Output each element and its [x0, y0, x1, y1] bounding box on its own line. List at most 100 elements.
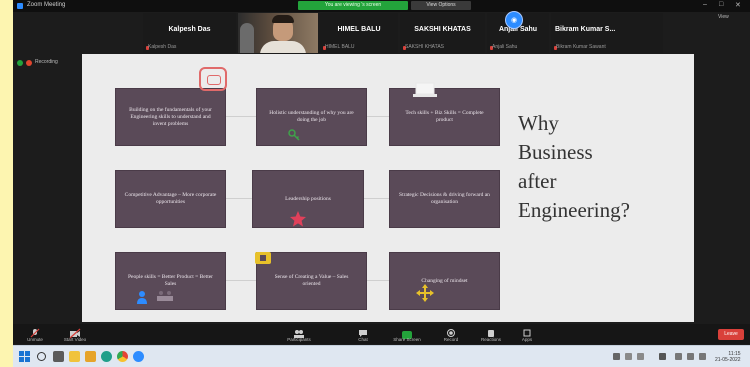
search-icon[interactable]	[37, 352, 46, 361]
apps-button[interactable]: Apps	[511, 326, 543, 343]
share-screen-icon	[391, 326, 423, 339]
toolbar-label: Start Video	[63, 337, 87, 342]
participant-name: HIMEL BALU	[337, 26, 381, 33]
slide-box: Changing of mindset	[389, 252, 500, 310]
view-options-button[interactable]: View Options	[411, 1, 471, 10]
participant-label: HIMEL BALU	[325, 44, 355, 50]
participant-label: Bikram Kumar Sawant	[556, 44, 606, 50]
speaker-icon[interactable]	[687, 353, 694, 360]
person-icon	[137, 291, 147, 304]
maximize-button[interactable]: □	[719, 1, 723, 8]
brain-icon	[199, 67, 227, 91]
slide-heading: Why Business after Engineering?	[518, 109, 688, 225]
network-icon[interactable]	[625, 353, 632, 360]
participant-video-tile[interactable]	[238, 13, 318, 53]
recording-label: Recording	[35, 59, 58, 65]
slide-heading-line: Engineering?	[518, 198, 630, 222]
slide-box: Tech skills + Biz Skills = Complete prod…	[389, 88, 500, 146]
connector-line	[226, 116, 256, 117]
reactions-button[interactable]: Reactions	[475, 326, 507, 343]
language-icon[interactable]	[659, 353, 666, 360]
record-button[interactable]: Record	[435, 326, 467, 343]
participant-label: Kalpesh Das	[148, 44, 177, 50]
apps-icon	[511, 326, 543, 337]
start-video-button[interactable]: Start Video	[59, 326, 91, 343]
connector-line	[367, 280, 389, 281]
video-person-body	[260, 41, 306, 53]
windows-taskbar: 11:15 21-05-2022	[13, 345, 750, 367]
key-icon	[288, 129, 300, 141]
view-label[interactable]: View	[718, 14, 729, 20]
clock-date: 21-05-2022	[715, 357, 741, 363]
arrows-icon	[416, 284, 434, 302]
folder-icon[interactable]	[85, 351, 96, 362]
connector-line	[226, 280, 256, 281]
meeting-toolbar: Unmute Start Video Participants Chat Sha…	[13, 324, 750, 344]
slide-box: Leadership positions	[252, 170, 364, 228]
close-button[interactable]: ✕	[735, 1, 741, 9]
windows-start-icon[interactable]	[19, 351, 30, 362]
star-icon	[290, 211, 306, 227]
file-explorer-icon[interactable]	[69, 351, 80, 362]
window-title-bar: Zoom Meeting You are viewing 's screen V…	[13, 0, 750, 12]
connector-line	[226, 198, 252, 199]
toolbar-label: Apps	[521, 337, 533, 342]
zoom-app-icon	[17, 3, 23, 9]
participants-button[interactable]: Participants	[283, 326, 315, 343]
battery-icon[interactable]	[699, 353, 706, 360]
toolbar-label: Reactions	[480, 337, 501, 342]
leave-meeting-button[interactable]: Leave	[718, 329, 744, 340]
people-icon	[283, 326, 315, 338]
reactions-icon	[475, 326, 507, 337]
laptop-icon	[413, 82, 437, 97]
participant-tile[interactable]: HIMEL BALU HIMEL BALU	[320, 13, 398, 53]
toolbar-label: Participants	[287, 337, 311, 342]
participant-name: Bikram Kumar S...	[555, 26, 616, 33]
chevron-up-icon[interactable]	[613, 353, 620, 360]
participant-label: SAKSHI KHATAS	[405, 44, 444, 50]
slide-box: Holistic understanding of why you are do…	[256, 88, 367, 146]
slide-heading-line: Business	[518, 140, 593, 164]
minimize-button[interactable]: –	[703, 1, 707, 8]
toolbar-label: Chat	[358, 337, 368, 342]
chat-icon	[347, 326, 379, 337]
connector-line	[367, 116, 389, 117]
chat-button[interactable]: Chat	[347, 326, 379, 343]
toolbar-label: Unmute	[27, 337, 43, 342]
slide-box: Competitive Advantage – More corporate o…	[115, 170, 226, 228]
people-icon	[157, 291, 173, 301]
chip-icon	[255, 252, 271, 264]
green-status-dot	[17, 60, 23, 66]
viewing-screen-banner: You are viewing 's screen	[298, 1, 408, 10]
background-person	[240, 23, 254, 53]
participant-tile[interactable]: SAKSHI KHATAS SAKSHI KHATAS	[400, 13, 485, 53]
zoom-icon[interactable]	[133, 351, 144, 362]
system-tray: 11:15 21-05-2022	[613, 350, 748, 364]
shared-slide: Building on the fundamentals of your Eng…	[82, 54, 694, 322]
toolbar-label: Share Screen	[393, 337, 421, 342]
share-screen-button[interactable]: Share Screen	[391, 326, 423, 343]
video-person-hair	[272, 15, 294, 23]
participant-label: Anjali Sahu	[492, 44, 518, 50]
edge-icon[interactable]	[101, 351, 112, 362]
participant-tile[interactable]: Bikram Kumar S... Bikram Kumar Sawant	[551, 13, 663, 53]
zoom-window: Zoom Meeting You are viewing 's screen V…	[13, 0, 750, 367]
record-icon	[435, 326, 467, 337]
volume-icon[interactable]	[637, 353, 644, 360]
wifi-icon[interactable]	[675, 353, 682, 360]
connector-line	[364, 198, 389, 199]
unmute-button[interactable]: Unmute	[19, 326, 51, 343]
participant-name: Kalpesh Das	[168, 26, 211, 33]
slide-heading-line: after	[518, 169, 557, 193]
toolbar-label: Record	[443, 337, 459, 342]
mic-off-icon	[19, 326, 51, 338]
chrome-icon[interactable]	[117, 351, 128, 362]
recording-dot	[26, 60, 32, 66]
participant-tile[interactable]: Kalpesh Das Kalpesh Das	[143, 13, 236, 53]
video-off-icon	[59, 326, 91, 339]
participant-name: SAKSHI KHATAS	[414, 26, 471, 33]
clock[interactable]: 11:15 21-05-2022	[715, 351, 741, 363]
slide-box: Building on the fundamentals of your Eng…	[115, 88, 226, 146]
task-view-icon[interactable]	[53, 351, 64, 362]
participant-avatar[interactable]: ◉	[505, 11, 523, 29]
